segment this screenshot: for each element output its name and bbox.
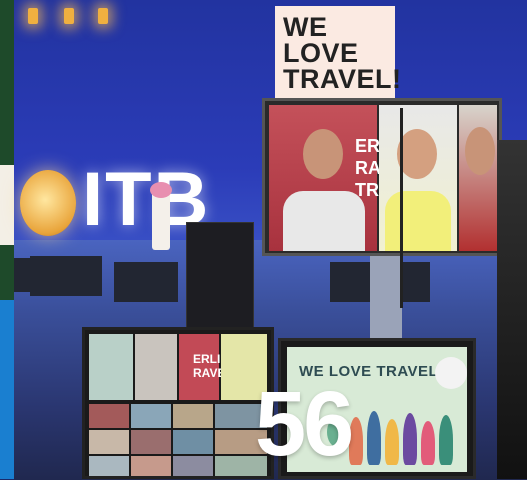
person-shirt: [385, 191, 451, 251]
flower-pedestal: [152, 190, 170, 250]
person-face: [465, 127, 495, 175]
video-panel-middle: [379, 105, 457, 251]
front-left-monitor: ERLI RAVE: [82, 327, 274, 479]
stage-light: [28, 8, 38, 24]
person-shirt: [283, 191, 365, 251]
illustrated-person: [385, 419, 399, 465]
slide-badge: [435, 357, 467, 389]
video-panel-right: [459, 105, 497, 251]
video-tile: [131, 456, 171, 476]
camera-operator: [497, 140, 527, 479]
stage-table: [114, 262, 178, 302]
speaker-stack: [186, 222, 254, 332]
video-tile: [131, 404, 171, 428]
video-tile: [135, 334, 177, 400]
stage-table: [30, 256, 102, 296]
person-face: [397, 129, 437, 179]
video-tile: [131, 430, 171, 454]
left-edge-blue-panel: [0, 300, 14, 479]
banner-line: WE: [283, 12, 328, 42]
left-edge-strip: [0, 0, 14, 479]
we-love-travel-banner: WE LOVE TRAVEL!: [275, 6, 402, 98]
left-edge-sign: [0, 165, 14, 245]
rear-video-monitor: ERLI RAVE TRA: [262, 98, 502, 256]
illustrated-person: [403, 413, 417, 465]
stage-light: [98, 8, 108, 24]
globe-logo-icon: [20, 170, 76, 236]
video-tile: [89, 404, 129, 428]
page-number: 56: [255, 373, 354, 475]
flower-bouquet: [150, 182, 172, 198]
stage-light: [64, 8, 74, 24]
video-tile: [89, 430, 129, 454]
banner-line: TRAVEL!: [283, 64, 402, 94]
video-tile: [173, 456, 213, 476]
video-tile: ERLI RAVE: [179, 334, 225, 400]
video-panel-left: ERLI RAVE TRA: [269, 105, 404, 251]
video-tile: [173, 430, 213, 454]
video-tile: [89, 456, 129, 476]
mic-stand: [400, 108, 403, 308]
monitor-stand: [370, 254, 402, 340]
illustrated-person: [367, 411, 381, 465]
video-tile: [173, 404, 213, 428]
banner-line: LOVE: [283, 38, 359, 68]
illustrated-person: [421, 421, 435, 465]
person-face: [303, 129, 343, 179]
video-tile: [89, 334, 133, 400]
illustrated-person: [439, 415, 453, 465]
